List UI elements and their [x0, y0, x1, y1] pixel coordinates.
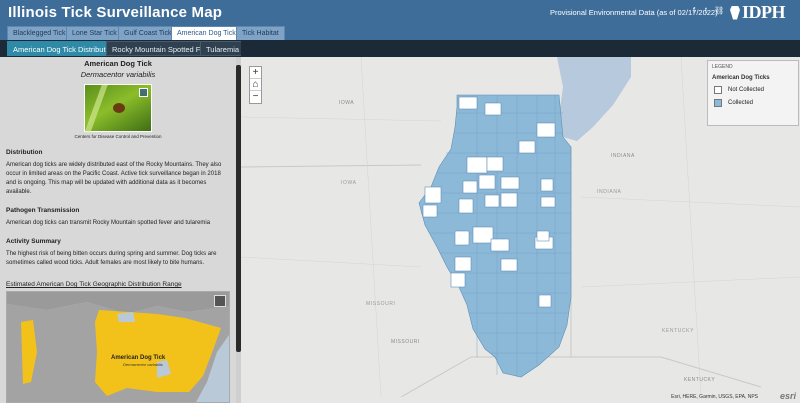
app-title: Illinois Tick Surveillance Map [8, 4, 223, 21]
legend-item-collected: Collected [714, 99, 798, 107]
distribution-heading: Distribution [6, 149, 43, 156]
logo-text: IDPH [742, 2, 786, 22]
inset-map-sublabel: Dermacentor variabilis [123, 362, 163, 367]
home-button[interactable]: ⌂ [250, 79, 261, 91]
photo-caption: Centers for Disease Control and Preventi… [74, 134, 162, 139]
label-missouri-2: MISSOURI [391, 339, 420, 345]
grass-blade [84, 85, 108, 133]
esri-logo: esri [779, 391, 796, 401]
label-iowa-2: IOWA [341, 180, 357, 186]
tick-image [113, 103, 125, 113]
secondary-tab-bar: American Dog Tick Distribution Rocky Mou… [0, 40, 246, 57]
legend-label: Collected [728, 100, 754, 106]
range-inset-map[interactable]: American Dog Tick Dermacentor variabilis [6, 291, 230, 403]
scientific-name: Dermacentor variabilis [80, 70, 156, 79]
link-icon[interactable]: ⛓ [714, 6, 724, 15]
tab-distribution[interactable]: American Dog Tick Distribution [7, 41, 122, 56]
primary-tab-bar: Blacklegged Tick Lone Star Tick Gulf Coa… [0, 25, 800, 42]
distribution-section: Distribution American dog ticks are wide… [0, 149, 236, 268]
activity-heading: Activity Summary [6, 238, 61, 245]
range-map-link[interactable]: Estimated American Dog Tick Geographic D… [6, 281, 230, 288]
twitter-icon[interactable]: t [702, 6, 710, 15]
expand-icon[interactable] [139, 88, 148, 97]
collected-swatch [714, 99, 722, 107]
tick-photo[interactable] [84, 84, 152, 133]
facebook-icon[interactable]: f [690, 6, 698, 15]
tab-blacklegged-tick[interactable]: Blacklegged Tick [7, 26, 72, 40]
label-kentucky: KENTUCKY [662, 328, 695, 334]
label-indiana: INDIANA [611, 153, 635, 159]
zoom-in-button[interactable]: + [250, 67, 261, 79]
legend-title: American Dog Ticks [712, 75, 770, 81]
inset-expand-icon[interactable] [214, 295, 226, 307]
illinois-shape-icon [730, 5, 740, 20]
pathogen-heading: Pathogen Transmission [6, 207, 80, 214]
lake-michigan [557, 57, 631, 141]
activity-text: The highest risk of being bitten occurs … [6, 251, 217, 266]
tab-tularemia[interactable]: Tularemia [200, 41, 246, 56]
panel-title: American Dog Tick [84, 59, 152, 68]
tab-tick-habitat[interactable]: Tick Habitat [236, 26, 285, 40]
legend-item-not-collected: Not Collected [714, 86, 798, 94]
label-indiana-2: INDIANA [597, 189, 622, 195]
info-panel: American Dog Tick Dermacentor variabilis… [0, 57, 236, 403]
range-map-graphic [7, 292, 229, 402]
label-missouri: MISSOURI [366, 301, 396, 307]
distribution-text: American dog ticks are widely distribute… [6, 162, 222, 195]
label-kentucky-2: KENTUCKY [684, 377, 716, 383]
secondary-tab-bar-filler [241, 40, 800, 57]
inset-map-label: American Dog Tick [111, 355, 166, 361]
map-attribution[interactable]: Esri, HERE, Garmin, USGS, EPA, NPS [671, 394, 758, 400]
legend-label: Not Collected [728, 87, 765, 93]
pathogen-text: American dog ticks can transmit Rocky Mo… [6, 220, 211, 226]
zoom-out-button[interactable]: − [250, 91, 261, 103]
header-bar: Illinois Tick Surveillance Map Provision… [0, 0, 800, 25]
map-view[interactable]: IOWA IOWA INDIANA INDIANA MISSOURI MISSO… [241, 57, 800, 403]
tab-gulf-coast-tick[interactable]: Gulf Coast Tick [118, 26, 178, 40]
tab-lone-star-tick[interactable]: Lone Star Tick [66, 26, 123, 40]
zoom-controls: + ⌂ − [249, 66, 262, 104]
legend-header: LEGEND [712, 64, 733, 70]
social-links: f t ⛓ [690, 6, 724, 15]
idph-logo: IDPH [730, 2, 786, 22]
not-collected-swatch [714, 86, 722, 94]
label-iowa: IOWA [339, 100, 355, 106]
legend-panel[interactable]: LEGEND American Dog Ticks Not Collected … [707, 60, 799, 126]
